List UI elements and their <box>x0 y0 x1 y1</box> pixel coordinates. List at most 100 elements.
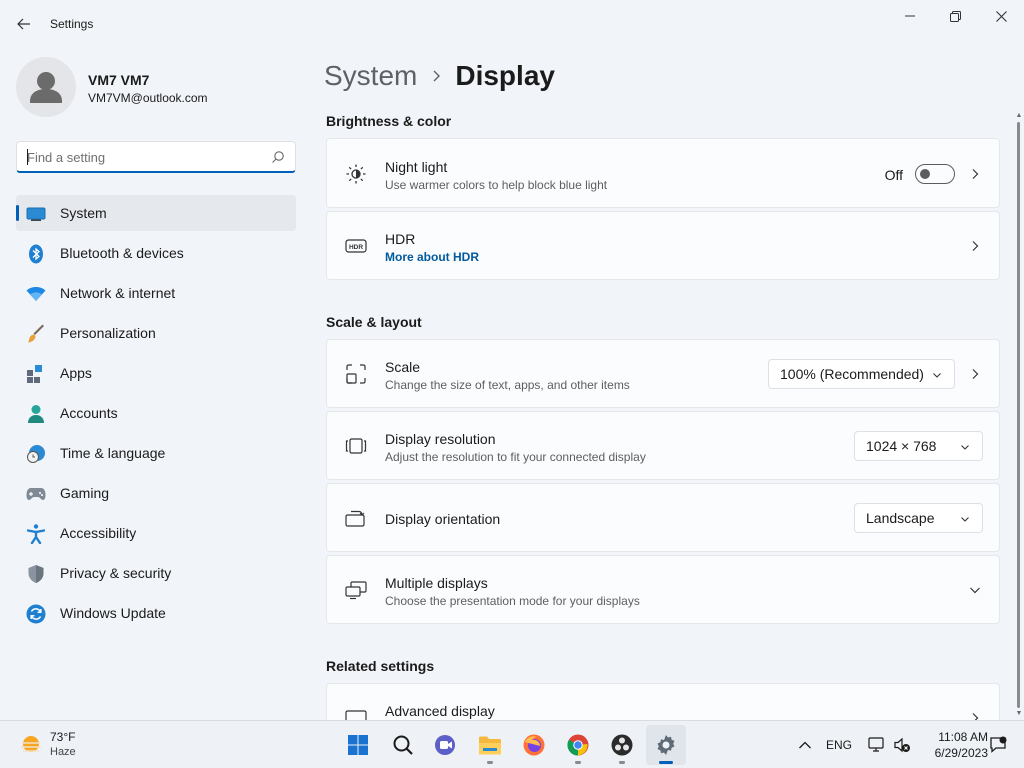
obs-icon <box>611 734 633 756</box>
file-explorer-button[interactable] <box>470 725 510 765</box>
settings-icon <box>657 735 675 755</box>
maximize-button[interactable] <box>932 4 978 28</box>
scrollbar[interactable]: ▲ ▼ <box>1014 110 1024 720</box>
sidebar-item-accounts[interactable]: Accounts <box>16 395 296 431</box>
notification-icon <box>990 736 1007 753</box>
section-title-scale-layout: Scale & layout <box>326 314 422 330</box>
sidebar-item-label: Accessibility <box>60 525 137 541</box>
sidebar-item-network[interactable]: Network & internet <box>16 275 296 311</box>
chevron-down-icon <box>933 373 941 378</box>
taskbar-clock[interactable]: 11:08 AM 6/29/2023 <box>918 729 988 761</box>
avatar[interactable] <box>16 57 76 117</box>
search-box[interactable] <box>16 141 296 173</box>
card-subtitle: Choose the presentation mode for your di… <box>385 594 640 608</box>
sidebar-item-personalization[interactable]: Personalization <box>16 315 296 351</box>
card-title: HDR <box>385 231 416 247</box>
display-orientation-card[interactable]: Display orientation Landscape <box>326 483 1000 552</box>
sidebar-item-apps[interactable]: Apps <box>16 355 296 391</box>
sidebar-item-label: Network & internet <box>60 285 176 301</box>
sidebar-item-gaming[interactable]: Gaming <box>16 475 296 511</box>
sidebar-item-time-language[interactable]: Time & language <box>16 435 296 471</box>
chevron-right-icon[interactable] <box>969 168 981 180</box>
scroll-down-icon[interactable]: ▼ <box>1014 708 1024 718</box>
multiple-displays-icon <box>345 579 367 601</box>
night-light-card[interactable]: Night light Use warmer colors to help bl… <box>326 138 1000 208</box>
settings-window: Settings VM7 VM7 VM7VM@outlook.com Syste… <box>0 0 1024 720</box>
card-title: Advanced display <box>385 703 495 719</box>
person-avatar-icon <box>30 72 62 103</box>
running-indicator <box>487 761 493 764</box>
clock-globe-icon <box>26 444 46 464</box>
chevron-down-icon <box>961 517 969 522</box>
sidebar-item-system[interactable]: System <box>16 195 296 231</box>
network-tray-button[interactable] <box>866 735 888 755</box>
sidebar-item-label: System <box>60 205 107 221</box>
advanced-display-card[interactable]: Advanced display <box>326 683 1000 720</box>
show-hidden-icons-button[interactable] <box>796 735 814 755</box>
card-title: Scale <box>385 359 421 375</box>
gamepad-icon <box>26 484 46 504</box>
night-light-toggle[interactable] <box>915 164 955 184</box>
sidebar-item-bluetooth[interactable]: Bluetooth & devices <box>16 235 296 271</box>
minimize-button[interactable] <box>887 4 933 28</box>
start-button[interactable] <box>338 725 378 765</box>
volume-tray-button[interactable] <box>892 735 912 755</box>
toggle-knob <box>920 169 930 179</box>
clock-time: 11:08 AM <box>938 730 988 744</box>
back-button[interactable] <box>12 12 36 36</box>
chevron-up-icon <box>799 741 811 749</box>
taskbar: 73°F Haze ENG 11:08 AM 6/29/2023 <box>0 720 1024 768</box>
language-indicator[interactable]: ENG <box>824 735 854 755</box>
page-title: Display <box>455 60 555 91</box>
sidebar-item-privacy[interactable]: Privacy & security <box>16 555 296 591</box>
search-icon[interactable] <box>271 150 285 164</box>
card-title: Night light <box>385 159 448 175</box>
meet-app-button[interactable] <box>426 725 466 765</box>
orientation-dropdown[interactable]: Landscape <box>854 503 983 533</box>
volume-muted-icon <box>894 737 910 753</box>
dropdown-value: Landscape <box>866 510 935 526</box>
chevron-right-icon[interactable] <box>969 368 981 380</box>
monitor-icon <box>26 204 46 224</box>
scroll-thumb[interactable] <box>1017 122 1020 708</box>
sidebar-item-label: Personalization <box>60 325 156 341</box>
resolution-dropdown[interactable]: 1024 × 768 <box>854 431 983 461</box>
more-about-hdr-link[interactable]: More about HDR <box>385 250 479 264</box>
sidebar-item-label: Gaming <box>60 485 110 501</box>
scroll-up-icon[interactable]: ▲ <box>1014 110 1024 120</box>
obs-button[interactable] <box>602 725 642 765</box>
running-indicator <box>575 761 581 764</box>
sidebar-item-accessibility[interactable]: Accessibility <box>16 515 296 551</box>
restore-icon <box>949 10 961 22</box>
wifi-icon <box>26 284 46 304</box>
breadcrumb: System Display <box>324 58 555 94</box>
breadcrumb-parent[interactable]: System <box>324 60 417 92</box>
chrome-icon <box>567 734 589 756</box>
firefox-button[interactable] <box>514 725 554 765</box>
sidebar-item-windows-update[interactable]: Windows Update <box>16 595 296 631</box>
hdr-card[interactable]: HDR HDR More about HDR <box>326 211 1000 280</box>
scale-dropdown[interactable]: 100% (Recommended) <box>768 359 955 389</box>
weather-widget[interactable]: 73°F Haze <box>16 729 116 761</box>
settings-app-button[interactable] <box>646 725 686 765</box>
chrome-button[interactable] <box>558 725 598 765</box>
sidebar-item-label: Windows Update <box>60 605 166 621</box>
card-subtitle: Adjust the resolution to fit your connec… <box>385 450 646 464</box>
scale-card[interactable]: Scale Change the size of text, apps, and… <box>326 339 1000 408</box>
close-button[interactable] <box>978 4 1024 28</box>
chevron-down-icon[interactable] <box>969 584 981 596</box>
chevron-right-icon[interactable] <box>969 712 981 720</box>
search-input[interactable] <box>27 148 267 166</box>
section-title-brightness: Brightness & color <box>326 113 452 129</box>
notifications-button[interactable] <box>988 735 1008 755</box>
text-caret <box>27 149 28 165</box>
title-bar: Settings <box>0 0 1024 48</box>
multiple-displays-card[interactable]: Multiple displays Choose the presentatio… <box>326 555 1000 624</box>
scale-icon <box>345 363 367 385</box>
chevron-right-icon[interactable] <box>969 240 981 252</box>
clock-date: 6/29/2023 <box>934 746 988 760</box>
chevron-right-icon <box>433 70 441 82</box>
card-subtitle: Change the size of text, apps, and other… <box>385 378 630 392</box>
display-resolution-card[interactable]: Display resolution Adjust the resolution… <box>326 411 1000 480</box>
taskbar-search-button[interactable] <box>383 725 423 765</box>
